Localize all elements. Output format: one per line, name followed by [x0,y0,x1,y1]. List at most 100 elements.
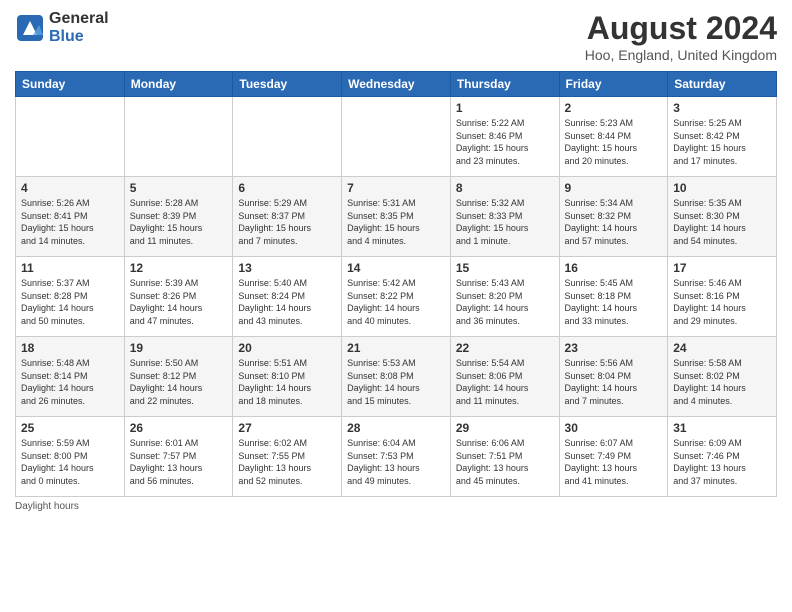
day-cell: 13 Sunrise: 5:40 AM Sunset: 8:24 PM Dayli… [233,257,342,337]
day-info: Sunrise: 5:46 AM Sunset: 8:16 PM Dayligh… [673,277,771,327]
day-info: Sunrise: 5:50 AM Sunset: 8:12 PM Dayligh… [130,357,228,407]
calendar-body: 1Sunrise: 5:22 AM Sunset: 8:46 PM Daylig… [16,97,777,497]
day-cell: 4 Sunrise: 5:26 AM Sunset: 8:41 PM Daylig… [16,177,125,257]
day-cell: 15 Sunrise: 5:43 AM Sunset: 8:20 PM Dayli… [450,257,559,337]
day-info: Sunrise: 5:51 AM Sunset: 8:10 PM Dayligh… [238,357,336,407]
header-cell-wednesday: Wednesday [342,72,451,97]
day-number: 7 [347,181,445,195]
calendar-table: SundayMondayTuesdayWednesdayThursdayFrid… [15,71,777,497]
day-info: Sunrise: 5:37 AM Sunset: 8:28 PM Dayligh… [21,277,119,327]
day-cell: 9Sunrise: 5:34 AM Sunset: 8:32 PM Daylig… [559,177,668,257]
day-info: Sunrise: 5:56 AM Sunset: 8:04 PM Dayligh… [565,357,663,407]
header-cell-tuesday: Tuesday [233,72,342,97]
day-number: 21 [347,341,445,355]
week-row-4: 18Sunrise: 5:48 AM Sunset: 8:14 PM Dayli… [16,337,777,417]
day-info: Sunrise: 5:40 AM Sunset: 8:24 PM Dayligh… [238,277,336,327]
day-info: Sunrise: 5:26 AM Sunset: 8:41 PM Dayligh… [21,197,119,247]
header-cell-saturday: Saturday [668,72,777,97]
day-cell: 12Sunrise: 5:39 AM Sunset: 8:26 PM Dayli… [124,257,233,337]
day-number: 12 [130,261,228,275]
day-number: 8 [456,181,554,195]
day-number: 31 [673,421,771,435]
day-cell: 17 Sunrise: 5:46 AM Sunset: 8:16 PM Dayli… [668,257,777,337]
day-info: Sunrise: 5:53 AM Sunset: 8:08 PM Dayligh… [347,357,445,407]
day-info: Sunrise: 6:06 AM Sunset: 7:51 PM Dayligh… [456,437,554,487]
day-number: 9 [565,181,663,195]
day-cell: 22 Sunrise: 5:54 AM Sunset: 8:06 PM Dayli… [450,337,559,417]
day-cell: 25Sunrise: 5:59 AM Sunset: 8:00 PM Dayli… [16,417,125,497]
day-number: 4 [21,181,119,195]
day-info: Sunrise: 6:01 AM Sunset: 7:57 PM Dayligh… [130,437,228,487]
day-number: 14 [347,261,445,275]
day-info: Sunrise: 6:02 AM Sunset: 7:55 PM Dayligh… [238,437,336,487]
day-cell: 10 Sunrise: 5:35 AM Sunset: 8:30 PM Dayli… [668,177,777,257]
day-cell: 8 Sunrise: 5:32 AM Sunset: 8:33 PM Daylig… [450,177,559,257]
day-info: Sunrise: 5:35 AM Sunset: 8:30 PM Dayligh… [673,197,771,247]
day-cell: 3Sunrise: 5:25 AM Sunset: 8:42 PM Daylig… [668,97,777,177]
day-number: 25 [21,421,119,435]
month-year: August 2024 [585,10,777,47]
week-row-3: 11 Sunrise: 5:37 AM Sunset: 8:28 PM Dayli… [16,257,777,337]
day-cell: 31Sunrise: 6:09 AM Sunset: 7:46 PM Dayli… [668,417,777,497]
day-cell: 6Sunrise: 5:29 AM Sunset: 8:37 PM Daylig… [233,177,342,257]
day-cell: 27 Sunrise: 6:02 AM Sunset: 7:55 PM Dayli… [233,417,342,497]
day-number: 22 [456,341,554,355]
calendar-page: General Blue August 2024 Hoo, England, U… [0,0,792,612]
day-number: 26 [130,421,228,435]
day-cell: 20Sunrise: 5:51 AM Sunset: 8:10 PM Dayli… [233,337,342,417]
day-info: Sunrise: 6:04 AM Sunset: 7:53 PM Dayligh… [347,437,445,487]
day-number: 5 [130,181,228,195]
header-cell-sunday: Sunday [16,72,125,97]
day-cell [124,97,233,177]
day-cell [16,97,125,177]
logo-text: General Blue [49,10,109,45]
day-cell: 30Sunrise: 6:07 AM Sunset: 7:49 PM Dayli… [559,417,668,497]
logo-general: General [49,10,109,28]
day-number: 13 [238,261,336,275]
week-row-2: 4 Sunrise: 5:26 AM Sunset: 8:41 PM Daylig… [16,177,777,257]
day-info: Sunrise: 5:42 AM Sunset: 8:22 PM Dayligh… [347,277,445,327]
day-cell: 2Sunrise: 5:23 AM Sunset: 8:44 PM Daylig… [559,97,668,177]
day-info: Sunrise: 5:31 AM Sunset: 8:35 PM Dayligh… [347,197,445,247]
day-cell: 28Sunrise: 6:04 AM Sunset: 7:53 PM Dayli… [342,417,451,497]
day-cell: 23 Sunrise: 5:56 AM Sunset: 8:04 PM Dayli… [559,337,668,417]
day-number: 10 [673,181,771,195]
day-cell: 18Sunrise: 5:48 AM Sunset: 8:14 PM Dayli… [16,337,125,417]
logo-icon [15,13,45,43]
header-cell-monday: Monday [124,72,233,97]
week-row-1: 1Sunrise: 5:22 AM Sunset: 8:46 PM Daylig… [16,97,777,177]
day-number: 3 [673,101,771,115]
day-info: Sunrise: 5:32 AM Sunset: 8:33 PM Dayligh… [456,197,554,247]
day-info: Sunrise: 5:43 AM Sunset: 8:20 PM Dayligh… [456,277,554,327]
day-number: 6 [238,181,336,195]
day-number: 24 [673,341,771,355]
header-cell-thursday: Thursday [450,72,559,97]
day-number: 17 [673,261,771,275]
day-cell: 21 Sunrise: 5:53 AM Sunset: 8:08 PM Dayli… [342,337,451,417]
title-area: August 2024 Hoo, England, United Kingdom [585,10,777,63]
day-cell: 19 Sunrise: 5:50 AM Sunset: 8:12 PM Dayli… [124,337,233,417]
day-cell: 7 Sunrise: 5:31 AM Sunset: 8:35 PM Daylig… [342,177,451,257]
day-cell: 11 Sunrise: 5:37 AM Sunset: 8:28 PM Dayli… [16,257,125,337]
day-number: 30 [565,421,663,435]
header-row: SundayMondayTuesdayWednesdayThursdayFrid… [16,72,777,97]
day-info: Sunrise: 5:28 AM Sunset: 8:39 PM Dayligh… [130,197,228,247]
day-number: 11 [21,261,119,275]
day-cell: 14 Sunrise: 5:42 AM Sunset: 8:22 PM Dayli… [342,257,451,337]
day-info: Sunrise: 5:58 AM Sunset: 8:02 PM Dayligh… [673,357,771,407]
header-cell-friday: Friday [559,72,668,97]
day-number: 29 [456,421,554,435]
day-cell: 26 Sunrise: 6:01 AM Sunset: 7:57 PM Dayli… [124,417,233,497]
day-number: 19 [130,341,228,355]
day-info: Sunrise: 5:48 AM Sunset: 8:14 PM Dayligh… [21,357,119,407]
day-cell: 24 Sunrise: 5:58 AM Sunset: 8:02 PM Dayli… [668,337,777,417]
footer-note: Daylight hours [15,501,777,512]
day-info: Sunrise: 5:54 AM Sunset: 8:06 PM Dayligh… [456,357,554,407]
day-number: 23 [565,341,663,355]
day-info: Sunrise: 5:23 AM Sunset: 8:44 PM Dayligh… [565,117,663,167]
day-cell: 1Sunrise: 5:22 AM Sunset: 8:46 PM Daylig… [450,97,559,177]
logo-blue: Blue [49,28,109,46]
day-number: 27 [238,421,336,435]
day-number: 15 [456,261,554,275]
day-cell: 29 Sunrise: 6:06 AM Sunset: 7:51 PM Dayli… [450,417,559,497]
